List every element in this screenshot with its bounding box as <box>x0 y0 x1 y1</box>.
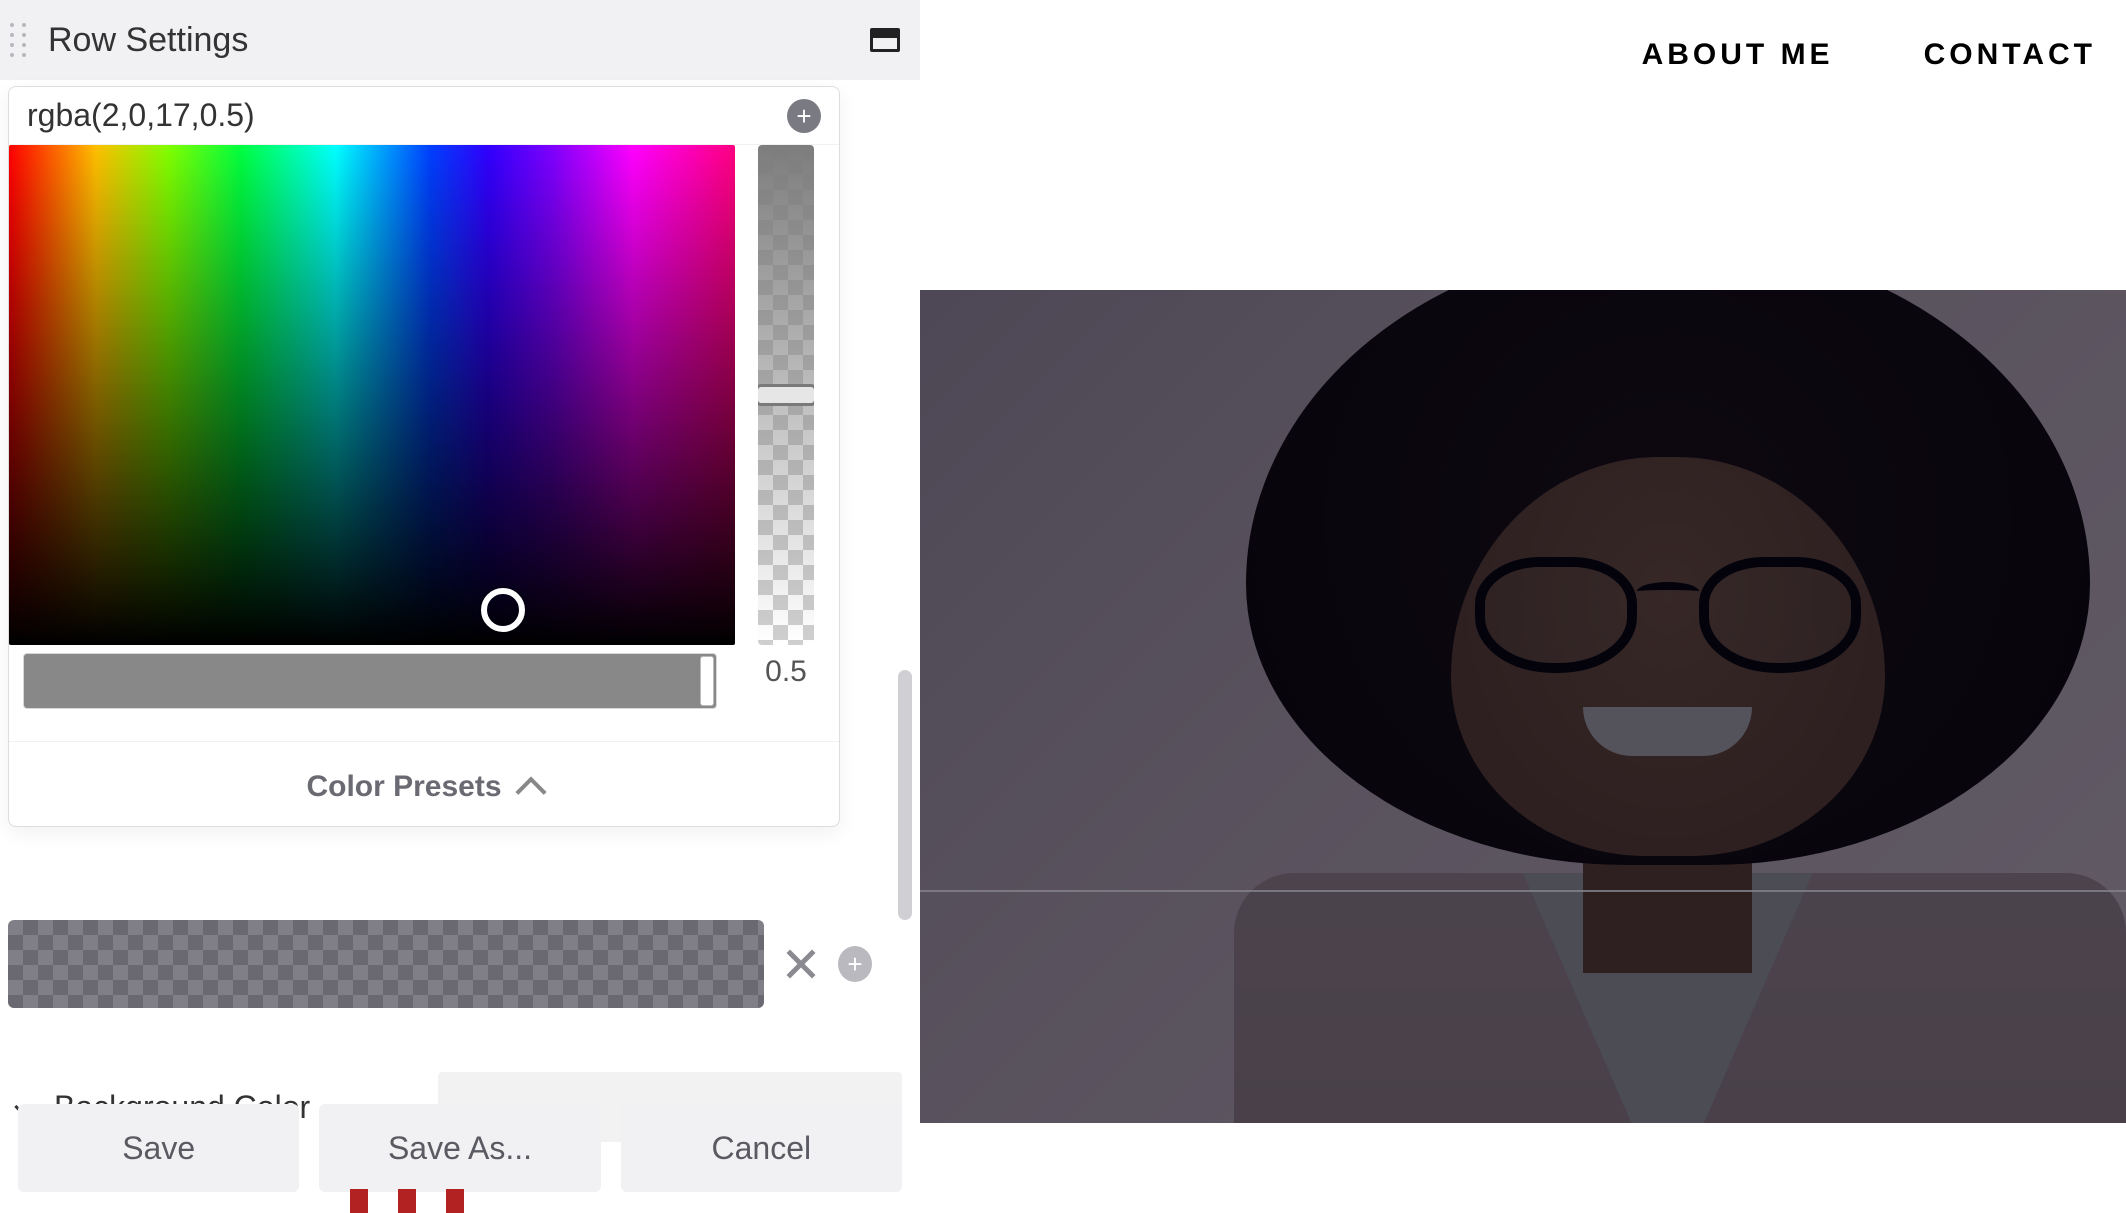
remove-stop-icon[interactable] <box>782 944 820 984</box>
panel-body: + <box>0 80 920 1213</box>
row-overlay <box>920 290 2126 1123</box>
cancel-button[interactable]: Cancel <box>621 1104 902 1192</box>
color-presets-label: Color Presets <box>306 770 501 804</box>
page-preview[interactable] <box>920 290 2126 1123</box>
alpha-slider[interactable] <box>758 145 814 645</box>
top-nav: ABOUT ME CONTACT <box>1642 0 2126 110</box>
add-stop-icon[interactable]: + <box>838 946 872 982</box>
alpha-thumb[interactable] <box>758 384 814 406</box>
spectrum-cursor[interactable] <box>481 588 525 632</box>
color-presets-toggle[interactable]: Color Presets <box>9 741 839 826</box>
gradient-stops: + <box>8 920 872 1008</box>
saturation-slider[interactable] <box>23 653 717 709</box>
app-root: ABOUT ME CONTACT Row Settings <box>0 0 2126 1213</box>
nav-contact-link[interactable]: CONTACT <box>1924 38 2096 72</box>
color-value-input[interactable] <box>27 97 787 134</box>
color-spectrum[interactable] <box>9 145 735 645</box>
peek-palette <box>350 1189 464 1213</box>
scrollbar[interactable] <box>898 670 912 920</box>
row-settings-panel: Row Settings + <box>0 0 920 1213</box>
nav-about-link[interactable]: ABOUT ME <box>1642 38 1834 72</box>
add-color-icon[interactable]: + <box>787 99 821 133</box>
chevron-up-icon <box>515 776 546 807</box>
color-picker-header: + <box>9 87 839 145</box>
panel-title: Row Settings <box>48 21 870 60</box>
save-as-button[interactable]: Save As... <box>319 1104 600 1192</box>
gradient-stop-swatch[interactable] <box>8 920 764 1008</box>
save-button[interactable]: Save <box>18 1104 299 1192</box>
alpha-value: 0.5 <box>765 655 807 689</box>
drag-handle-icon[interactable] <box>10 21 34 59</box>
color-picker: + <box>8 86 840 827</box>
saturation-thumb[interactable] <box>700 656 714 706</box>
maximize-icon[interactable] <box>870 28 900 52</box>
panel-header[interactable]: Row Settings <box>0 0 920 80</box>
